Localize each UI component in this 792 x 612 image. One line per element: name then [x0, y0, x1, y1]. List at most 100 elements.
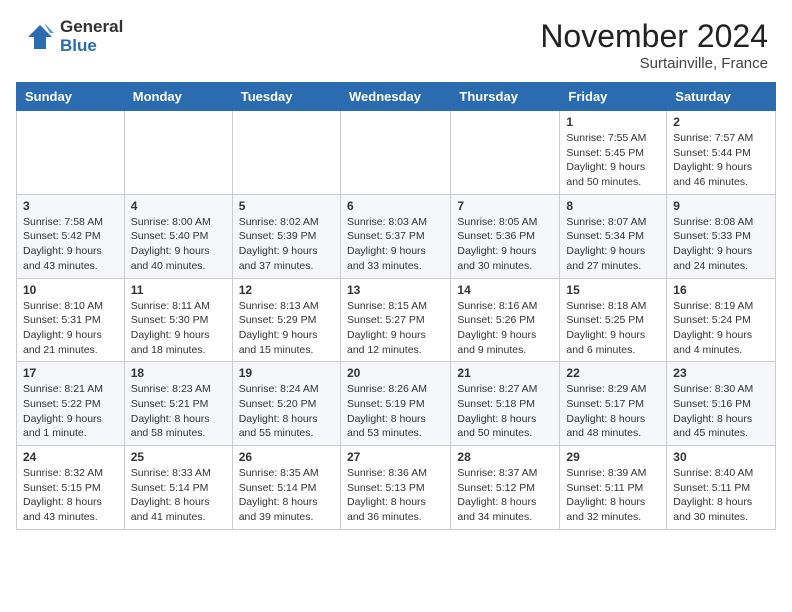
day-number: 28: [457, 450, 553, 464]
day-number: 30: [673, 450, 769, 464]
calendar-cell: 28 Sunrise: 8:37 AM Sunset: 5:12 PM Dayli…: [451, 446, 560, 530]
calendar-cell: [340, 111, 450, 195]
day-number: 7: [457, 199, 553, 213]
day-number: 1: [566, 115, 660, 129]
day-info: Sunrise: 7:58 AM Sunset: 5:42 PM Dayligh…: [23, 215, 118, 274]
calendar-cell: 22 Sunrise: 8:29 AM Sunset: 5:17 PM Dayli…: [560, 362, 667, 446]
calendar-cell: [232, 111, 340, 195]
day-number: 4: [131, 199, 226, 213]
day-number: 14: [457, 283, 553, 297]
calendar-cell: 3 Sunrise: 7:58 AM Sunset: 5:42 PM Daylig…: [17, 194, 125, 278]
day-info: Sunrise: 8:40 AM Sunset: 5:11 PM Dayligh…: [673, 466, 769, 525]
calendar-cell: 2 Sunrise: 7:57 AM Sunset: 5:44 PM Daylig…: [667, 111, 776, 195]
day-number: 18: [131, 366, 226, 380]
day-number: 22: [566, 366, 660, 380]
day-info: Sunrise: 8:29 AM Sunset: 5:17 PM Dayligh…: [566, 382, 660, 441]
calendar-cell: 18 Sunrise: 8:23 AM Sunset: 5:21 PM Dayli…: [124, 362, 232, 446]
day-info: Sunrise: 8:03 AM Sunset: 5:37 PM Dayligh…: [347, 215, 444, 274]
header-friday: Friday: [560, 83, 667, 111]
calendar-cell: [17, 111, 125, 195]
calendar-cell: 9Sunrise: 8:08 AM Sunset: 5:33 PM Daylig…: [667, 194, 776, 278]
logo-general-text: General: [60, 18, 123, 37]
day-info: Sunrise: 8:18 AM Sunset: 5:25 PM Dayligh…: [566, 299, 660, 358]
calendar-cell: 1 Sunrise: 7:55 AM Sunset: 5:45 PM Daylig…: [560, 111, 667, 195]
calendar-cell: 15Sunrise: 8:18 AM Sunset: 5:25 PM Dayli…: [560, 278, 667, 362]
calendar-cell: 20 Sunrise: 8:26 AM Sunset: 5:19 PM Dayli…: [340, 362, 450, 446]
day-number: 16: [673, 283, 769, 297]
header-thursday: Thursday: [451, 83, 560, 111]
day-info: Sunrise: 8:26 AM Sunset: 5:19 PM Dayligh…: [347, 382, 444, 441]
calendar-cell: 5 Sunrise: 8:02 AM Sunset: 5:39 PM Daylig…: [232, 194, 340, 278]
calendar-cell: 21 Sunrise: 8:27 AM Sunset: 5:18 PM Dayli…: [451, 362, 560, 446]
calendar-cell: 26 Sunrise: 8:35 AM Sunset: 5:14 PM Dayli…: [232, 446, 340, 530]
day-info: Sunrise: 8:39 AM Sunset: 5:11 PM Dayligh…: [566, 466, 660, 525]
day-info: Sunrise: 8:27 AM Sunset: 5:18 PM Dayligh…: [457, 382, 553, 441]
day-info: Sunrise: 8:37 AM Sunset: 5:12 PM Dayligh…: [457, 466, 553, 525]
day-info: Sunrise: 8:16 AM Sunset: 5:26 PM Dayligh…: [457, 299, 553, 358]
day-info: Sunrise: 8:33 AM Sunset: 5:14 PM Dayligh…: [131, 466, 226, 525]
day-number: 3: [23, 199, 118, 213]
calendar-cell: 29 Sunrise: 8:39 AM Sunset: 5:11 PM Dayli…: [560, 446, 667, 530]
day-info: Sunrise: 8:19 AM Sunset: 5:24 PM Dayligh…: [673, 299, 769, 358]
title-section: November 2024 Surtainville, France: [540, 18, 768, 72]
calendar-cell: [124, 111, 232, 195]
day-info: Sunrise: 8:08 AM Sunset: 5:33 PM Dayligh…: [673, 215, 769, 274]
location: Surtainville, France: [540, 55, 768, 72]
day-number: 21: [457, 366, 553, 380]
day-info: Sunrise: 8:13 AM Sunset: 5:29 PM Dayligh…: [239, 299, 334, 358]
header-sunday: Sunday: [17, 83, 125, 111]
day-number: 20: [347, 366, 444, 380]
day-info: Sunrise: 7:57 AM Sunset: 5:44 PM Dayligh…: [673, 131, 769, 190]
calendar-cell: 25 Sunrise: 8:33 AM Sunset: 5:14 PM Dayli…: [124, 446, 232, 530]
calendar-cell: 30 Sunrise: 8:40 AM Sunset: 5:11 PM Dayli…: [667, 446, 776, 530]
calendar-cell: 27 Sunrise: 8:36 AM Sunset: 5:13 PM Dayli…: [340, 446, 450, 530]
day-info: Sunrise: 8:35 AM Sunset: 5:14 PM Dayligh…: [239, 466, 334, 525]
header-saturday: Saturday: [667, 83, 776, 111]
day-number: 10: [23, 283, 118, 297]
day-number: 23: [673, 366, 769, 380]
day-info: Sunrise: 8:36 AM Sunset: 5:13 PM Dayligh…: [347, 466, 444, 525]
day-number: 27: [347, 450, 444, 464]
day-number: 26: [239, 450, 334, 464]
day-number: 11: [131, 283, 226, 297]
week-row-1: 3 Sunrise: 7:58 AM Sunset: 5:42 PM Daylig…: [17, 194, 776, 278]
day-info: Sunrise: 8:00 AM Sunset: 5:40 PM Dayligh…: [131, 215, 226, 274]
day-info: Sunrise: 7:55 AM Sunset: 5:45 PM Dayligh…: [566, 131, 660, 190]
calendar-wrap: SundayMondayTuesdayWednesdayThursdayFrid…: [0, 82, 792, 538]
day-info: Sunrise: 8:24 AM Sunset: 5:20 PM Dayligh…: [239, 382, 334, 441]
day-info: Sunrise: 8:10 AM Sunset: 5:31 PM Dayligh…: [23, 299, 118, 358]
day-number: 5: [239, 199, 334, 213]
day-number: 29: [566, 450, 660, 464]
day-number: 25: [131, 450, 226, 464]
calendar-cell: 7Sunrise: 8:05 AM Sunset: 5:36 PM Daylig…: [451, 194, 560, 278]
header-wednesday: Wednesday: [340, 83, 450, 111]
logo: General Blue: [24, 18, 123, 55]
week-row-4: 24 Sunrise: 8:32 AM Sunset: 5:15 PM Dayli…: [17, 446, 776, 530]
day-number: 17: [23, 366, 118, 380]
day-number: 24: [23, 450, 118, 464]
calendar-cell: 6 Sunrise: 8:03 AM Sunset: 5:37 PM Daylig…: [340, 194, 450, 278]
header-tuesday: Tuesday: [232, 83, 340, 111]
day-info: Sunrise: 8:21 AM Sunset: 5:22 PM Dayligh…: [23, 382, 118, 441]
calendar-cell: 16 Sunrise: 8:19 AM Sunset: 5:24 PM Dayli…: [667, 278, 776, 362]
week-row-3: 17 Sunrise: 8:21 AM Sunset: 5:22 PM Dayli…: [17, 362, 776, 446]
day-number: 2: [673, 115, 769, 129]
day-info: Sunrise: 8:23 AM Sunset: 5:21 PM Dayligh…: [131, 382, 226, 441]
header-monday: Monday: [124, 83, 232, 111]
day-number: 12: [239, 283, 334, 297]
calendar-cell: 23 Sunrise: 8:30 AM Sunset: 5:16 PM Dayli…: [667, 362, 776, 446]
day-info: Sunrise: 8:11 AM Sunset: 5:30 PM Dayligh…: [131, 299, 226, 358]
month-title: November 2024: [540, 18, 768, 55]
week-row-2: 10 Sunrise: 8:10 AM Sunset: 5:31 PM Dayli…: [17, 278, 776, 362]
day-info: Sunrise: 8:02 AM Sunset: 5:39 PM Dayligh…: [239, 215, 334, 274]
calendar-table: SundayMondayTuesdayWednesdayThursdayFrid…: [16, 82, 776, 530]
day-info: Sunrise: 8:30 AM Sunset: 5:16 PM Dayligh…: [673, 382, 769, 441]
calendar-cell: 13Sunrise: 8:15 AM Sunset: 5:27 PM Dayli…: [340, 278, 450, 362]
day-number: 6: [347, 199, 444, 213]
header-row: SundayMondayTuesdayWednesdayThursdayFrid…: [17, 83, 776, 111]
logo-icon: [24, 21, 56, 53]
day-info: Sunrise: 8:32 AM Sunset: 5:15 PM Dayligh…: [23, 466, 118, 525]
calendar-cell: 4 Sunrise: 8:00 AM Sunset: 5:40 PM Daylig…: [124, 194, 232, 278]
calendar-cell: 11 Sunrise: 8:11 AM Sunset: 5:30 PM Dayli…: [124, 278, 232, 362]
calendar-cell: 10 Sunrise: 8:10 AM Sunset: 5:31 PM Dayli…: [17, 278, 125, 362]
